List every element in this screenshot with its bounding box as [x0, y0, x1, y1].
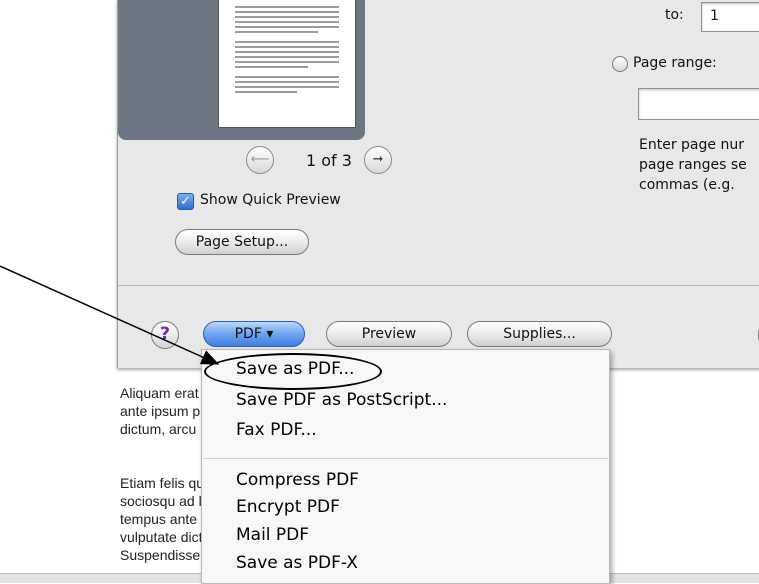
arrow-line	[0, 265, 220, 365]
annotation-arrow	[0, 265, 220, 365]
